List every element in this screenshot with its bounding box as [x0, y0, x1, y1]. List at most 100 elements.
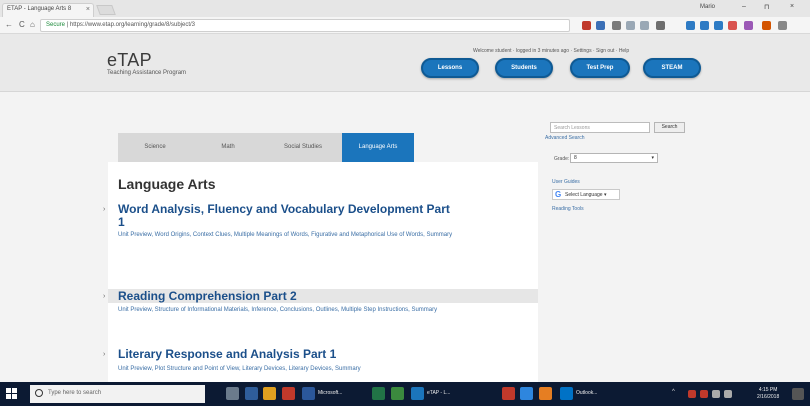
unit-lessons[interactable]: Unit Preview, Word Origins, Context Clue… [118, 230, 528, 241]
taskbar-search-placeholder: Type here to search [48, 390, 102, 396]
tab-language-arts[interactable]: Language Arts [342, 133, 414, 162]
extension-icon[interactable] [700, 21, 709, 30]
nav-test-prep-button[interactable]: Test Prep [570, 58, 630, 78]
unit-title-link[interactable]: Literary Response and Analysis Part 1 [118, 347, 336, 361]
tab-science[interactable]: Science [118, 133, 192, 162]
browser-user-chip[interactable]: Mario [700, 4, 715, 10]
extension-icon[interactable] [612, 21, 621, 30]
chrome-icon[interactable] [282, 387, 295, 400]
taskbar-app-outlook[interactable]: Outlook... [560, 387, 630, 400]
user-status[interactable]: Welcome student · logged in 3 minutes ag… [473, 48, 629, 54]
unit-title-continued[interactable]: 1 [118, 216, 125, 228]
extension-icon[interactable] [656, 21, 665, 30]
taskbar-search-input[interactable]: Type here to search [30, 385, 205, 403]
bullet-icon: › [103, 351, 106, 358]
chrome-window-icon [411, 387, 424, 400]
home-icon[interactable]: ⌂ [30, 20, 35, 29]
unit-title-link[interactable]: Reading Comprehension Part 2 [118, 289, 297, 303]
network-icon[interactable] [712, 390, 720, 398]
bullet-icon: › [103, 206, 106, 213]
windows-start-icon[interactable] [6, 388, 18, 400]
back-icon[interactable]: ← [5, 20, 13, 29]
page-body: Science Math Social Studies Language Art… [0, 92, 810, 382]
nav-lessons-button[interactable]: Lessons [421, 58, 479, 78]
tray-chevron-icon[interactable]: ^ [672, 389, 675, 395]
menu-icon[interactable] [778, 21, 787, 30]
reload-icon[interactable]: C [19, 20, 25, 29]
unit-header: › Literary Response and Analysis Part 1 [103, 347, 538, 361]
unit-item: › Reading Comprehension Part 2 Unit Prev… [103, 289, 538, 313]
app-icon[interactable] [520, 387, 533, 400]
browser-toolbar: ← C ⌂ Secure | https://www.etap.org/lear… [0, 17, 810, 34]
url-text: https://www.etap.org/learning/grade/8/su… [69, 22, 195, 28]
minimize-icon[interactable]: – [742, 3, 746, 10]
logo-title: eTAP [107, 50, 152, 70]
notifications-icon[interactable] [792, 388, 804, 400]
tab-social-studies[interactable]: Social Studies [264, 133, 342, 162]
app-icon[interactable] [539, 387, 552, 400]
new-tab-button[interactable] [96, 5, 116, 15]
language-select-label: Select Language [565, 192, 603, 198]
taskbar-app-etap[interactable]: eTAP - L... [411, 387, 491, 400]
task-view-icon[interactable] [245, 387, 258, 400]
grade-select[interactable]: 8 ▾ [570, 153, 658, 163]
unit-lessons[interactable]: Unit Preview, Structure of Informational… [118, 305, 528, 316]
taskbar-app-label: eTAP - L... [427, 390, 451, 396]
windows-taskbar: Type here to search Microsoft... eTAP - … [0, 382, 810, 406]
taskbar-app-label: Microsoft... [318, 390, 343, 396]
unit-item: › Word Analysis, Fluency and Vocabulary … [103, 202, 538, 238]
extension-icon[interactable] [626, 21, 635, 30]
browser-tabstrip: ETAP - Language Arts 8 × Mario – ⊓ × [0, 0, 810, 17]
system-clock[interactable]: 4:15 PM 2/16/2018 [757, 387, 779, 401]
user-guides-link[interactable]: User Guides [552, 179, 580, 185]
site-header: eTAP Teaching Assistance Program Welcome… [0, 34, 810, 92]
clock-date: 2/16/2018 [757, 394, 780, 400]
unit-header: › Word Analysis, Fluency and Vocabulary … [103, 202, 538, 228]
extension-icon[interactable] [744, 21, 753, 30]
outlook-icon [560, 387, 573, 400]
advanced-search-link[interactable]: Advanced Search [545, 135, 584, 141]
extension-icon[interactable] [686, 21, 695, 30]
excel-icon[interactable] [372, 387, 385, 400]
tray-icon[interactable] [688, 390, 696, 398]
extension-icon[interactable] [714, 21, 723, 30]
browser-tab[interactable]: ETAP - Language Arts 8 × [2, 3, 94, 17]
tab-math[interactable]: Math [192, 133, 264, 162]
app-icon[interactable] [391, 387, 404, 400]
unit-lessons[interactable]: Unit Preview, Plot Structure and Point o… [118, 364, 528, 375]
unit-item: › Literary Response and Analysis Part 1 … [103, 347, 538, 372]
cortana-icon [35, 389, 43, 397]
volume-icon[interactable] [724, 390, 732, 398]
tab-close-icon[interactable]: × [86, 6, 90, 13]
nav-students-button[interactable]: Students [495, 58, 553, 78]
chevron-down-icon: ▾ [651, 155, 654, 161]
app-icon[interactable] [502, 387, 515, 400]
page-title: Language Arts [118, 176, 216, 192]
etap-logo[interactable]: eTAP Teaching Assistance Program [107, 51, 186, 76]
language-select[interactable]: G Select Language ▾ [552, 189, 620, 200]
extension-icon[interactable] [762, 21, 771, 30]
maximize-icon[interactable]: ⊓ [764, 3, 769, 11]
secure-label: Secure [46, 22, 66, 28]
search-button[interactable]: Search [654, 122, 685, 133]
window-close-icon[interactable]: × [790, 3, 794, 10]
google-icon: G [555, 190, 562, 199]
subject-tabs: Science Math Social Studies Language Art… [118, 133, 414, 162]
mic-icon[interactable] [226, 387, 239, 400]
search-input[interactable]: Search Lessons [550, 122, 650, 133]
reading-tools-link[interactable]: Reading Tools [552, 206, 584, 212]
tray-icon[interactable] [700, 390, 708, 398]
extension-icon[interactable] [728, 21, 737, 30]
unit-header: › Reading Comprehension Part 2 [103, 289, 538, 303]
word-icon [302, 387, 315, 400]
extension-icon[interactable] [596, 21, 605, 30]
file-explorer-icon[interactable] [263, 387, 276, 400]
taskbar-app-microsoft[interactable]: Microsoft... [302, 387, 362, 400]
extension-icon[interactable] [640, 21, 649, 30]
nav-steam-button[interactable]: STEAM [643, 58, 701, 78]
address-bar[interactable]: Secure | https://www.etap.org/learning/g… [40, 19, 570, 32]
unit-title-link[interactable]: Word Analysis, Fluency and Vocabulary De… [118, 202, 450, 216]
chevron-down-icon: ▾ [603, 192, 607, 198]
extension-icon[interactable] [582, 21, 591, 30]
clock-time: 4:15 PM [758, 387, 778, 393]
